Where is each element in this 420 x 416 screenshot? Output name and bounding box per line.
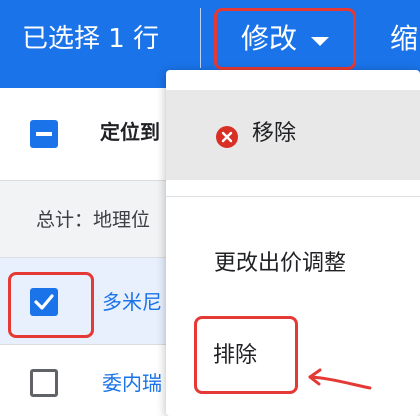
checkmark-icon (34, 294, 54, 310)
modify-dropdown-button[interactable]: 修改 (214, 8, 356, 70)
row-location-link[interactable]: 多米尼 (102, 288, 162, 316)
selection-count-text: 已选择 1 行 (22, 24, 160, 54)
row-location-link[interactable]: 委内瑞 (102, 369, 162, 397)
menu-item-change-bid-adjustment[interactable]: 更改出价调整 (214, 249, 346, 279)
toolbar-divider (200, 8, 201, 68)
column-header-location: 定位到 (100, 120, 160, 144)
select-all-checkbox[interactable] (30, 120, 58, 148)
red-arrow-icon (308, 368, 372, 390)
modify-button-label: 修改 (240, 22, 297, 55)
shrink-button[interactable]: 缩 (390, 22, 418, 56)
modify-dropdown-menu: 移除 更改出价调整 排除 (166, 70, 420, 416)
menu-item-exclude[interactable]: 排除 (194, 316, 298, 394)
close-circle-icon (216, 126, 238, 148)
row-checkbox[interactable] (30, 369, 58, 397)
total-label: 总计：地理位 (36, 209, 151, 231)
menu-item-remove-label: 移除 (252, 121, 297, 146)
menu-divider (166, 196, 420, 197)
caret-down-icon (311, 36, 329, 46)
menu-item-exclude-label: 排除 (213, 343, 258, 368)
row-checkbox-checked[interactable] (30, 288, 58, 316)
